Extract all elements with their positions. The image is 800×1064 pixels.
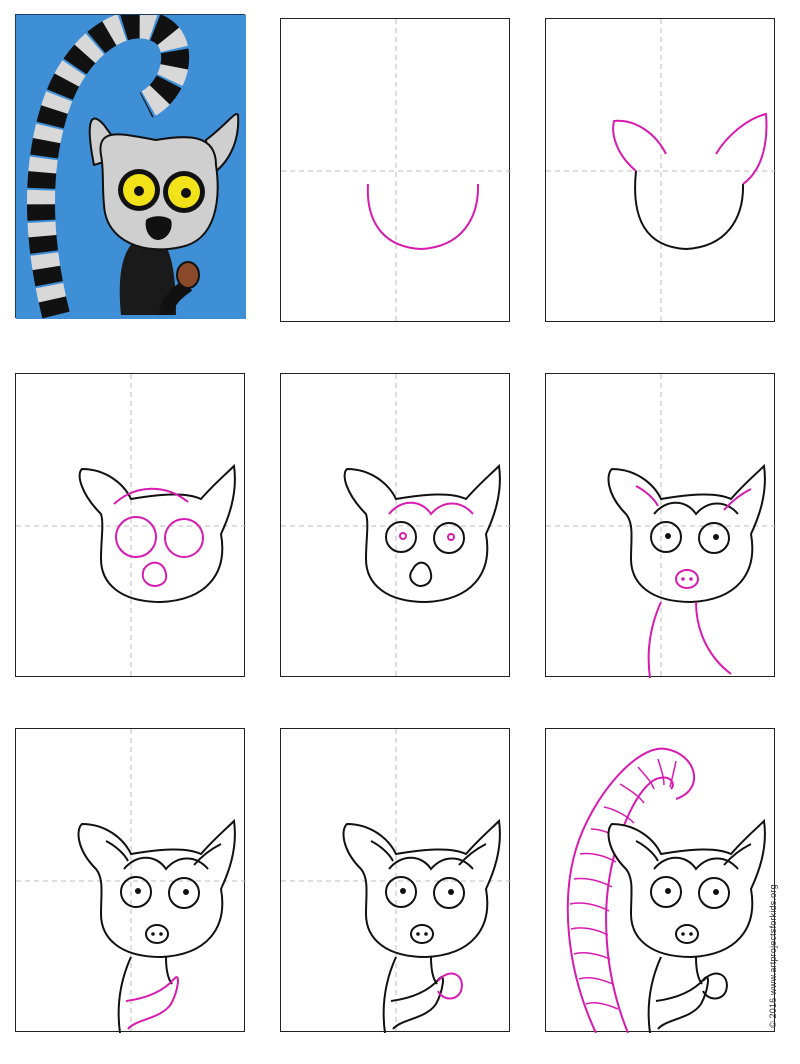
- step-7-panel: [280, 728, 511, 1033]
- step-8-drawing: [566, 747, 766, 1033]
- step-8-panel: [545, 728, 775, 1033]
- finished-lemur-drawing: [16, 15, 246, 319]
- finished-lemur-panel: [15, 14, 246, 319]
- step-5-drawing: [546, 374, 776, 678]
- step-2-panel: [545, 18, 776, 323]
- step-3-panel: [15, 373, 246, 678]
- step-5-panel: [545, 373, 776, 678]
- step-6-panel: [15, 728, 246, 1033]
- copyright-credit: © 2016 www.artprojectsforkids.org: [768, 884, 778, 1028]
- step-1-panel: [280, 18, 511, 323]
- step-4-panel: [280, 373, 511, 678]
- step-6-drawing: [16, 729, 246, 1033]
- step-7-drawing: [281, 729, 511, 1033]
- step-3-drawing: [16, 374, 246, 678]
- step-4-drawing: [281, 374, 511, 678]
- step-1-drawing: [281, 19, 511, 323]
- step-2-drawing: [546, 19, 776, 323]
